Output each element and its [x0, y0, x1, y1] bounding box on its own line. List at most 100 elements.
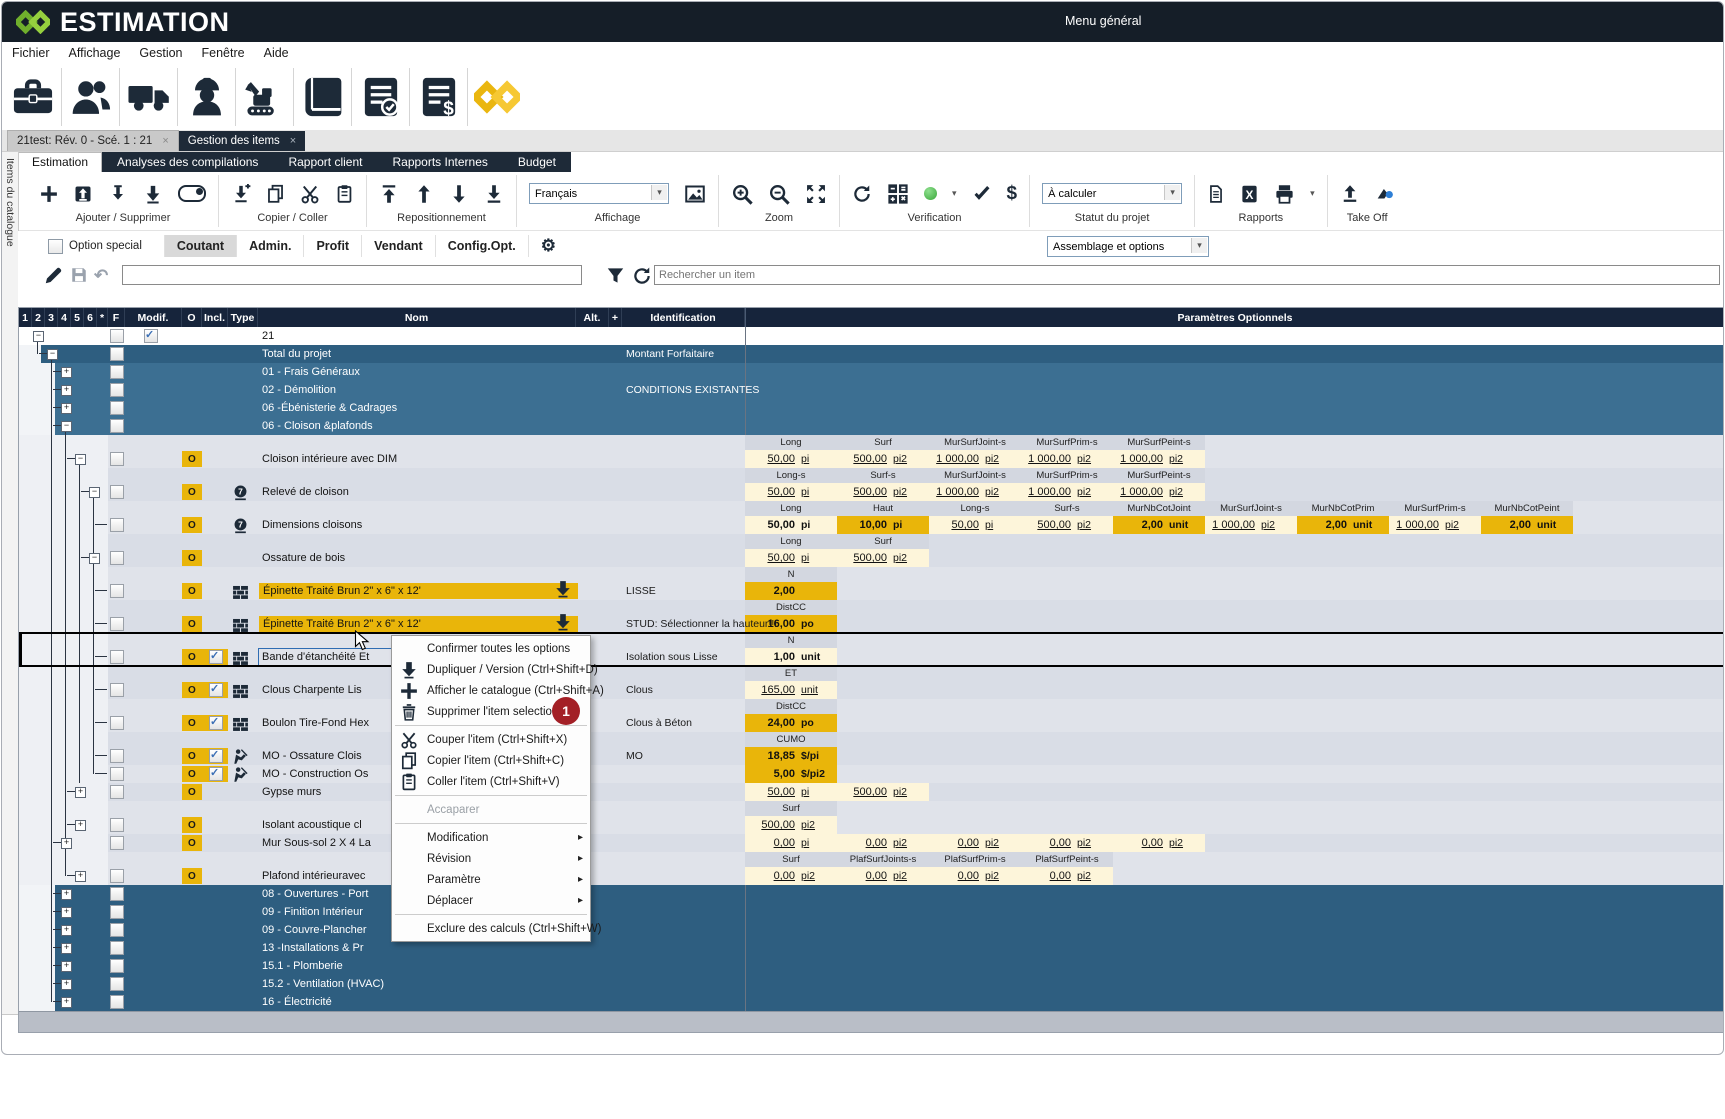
row-name[interactable]: Ossature de bois	[262, 552, 345, 564]
column-header-f[interactable]: F	[108, 308, 125, 327]
f-checkbox[interactable]	[110, 977, 124, 991]
expand-icon[interactable]: +	[75, 871, 86, 882]
tab-vendant[interactable]: Vendant	[361, 235, 435, 257]
check-icon[interactable]	[972, 184, 992, 204]
f-checkbox[interactable]	[110, 452, 124, 466]
param-value[interactable]: 1 000,00pi2	[1389, 516, 1481, 534]
fit-screen-icon[interactable]	[805, 183, 827, 205]
f-checkbox[interactable]	[110, 518, 124, 532]
tab-project[interactable]: 21test: Rév. 0 - Scé. 1 : 21×	[7, 130, 179, 151]
move-top-icon[interactable]	[379, 184, 399, 204]
column-header-6[interactable]: 6	[84, 308, 97, 327]
param-value[interactable]: 2,00unit	[1297, 516, 1389, 534]
copy-icon[interactable]	[266, 184, 285, 203]
param-value[interactable]: 0,00pi2	[1021, 867, 1113, 885]
add-assembly-icon[interactable]	[73, 184, 93, 204]
param-value[interactable]: 0,00pi2	[837, 834, 929, 852]
highlighted-name[interactable]: Épinette Traité Brun 2" x 6" x 12'	[259, 583, 578, 599]
f-checkbox[interactable]	[110, 716, 124, 730]
param-value[interactable]: 500,00pi2	[837, 483, 929, 501]
row-name[interactable]: Dimensions cloisons	[262, 519, 362, 531]
expand-icon[interactable]: +	[75, 820, 86, 831]
row-name[interactable]: Mur Sous-sol 2 X 4 La	[262, 837, 371, 849]
option-badge[interactable]: O	[182, 517, 202, 533]
row-name[interactable]: 01 - Frais Généraux	[262, 366, 360, 378]
row-name[interactable]: Épinette Traité Brun 2" x 6" x 12'	[259, 618, 554, 630]
tab-coutant[interactable]: Coutant	[164, 235, 236, 257]
item-row[interactable]: OClous Charpente LisClousET165,00unit	[19, 666, 1724, 699]
f-checkbox[interactable]	[110, 650, 124, 664]
assemblage-select[interactable]: Assemblage et options	[1047, 236, 1209, 257]
column-header-5[interactable]: 5	[71, 308, 84, 327]
highlighted-name[interactable]: Épinette Traité Brun 2" x 6" x 12'	[259, 616, 578, 632]
tab-estimation[interactable]: Estimation	[18, 152, 102, 172]
menu-item-dupliquer-version-ctrl-shift-d[interactable]: Dupliquer / Version (Ctrl+Shift+D)	[392, 659, 590, 680]
menu-item-modification[interactable]: Modification▸	[392, 827, 590, 848]
category-row[interactable]: +13 -Installations & Pr	[19, 939, 1724, 957]
row-name[interactable]: Plafond intérieuravec	[262, 870, 365, 882]
expand-icon[interactable]: +	[61, 979, 72, 990]
move-up-icon[interactable]	[414, 184, 434, 204]
incl-checkbox[interactable]	[209, 716, 223, 730]
f-checkbox[interactable]	[110, 749, 124, 763]
column-header-alt[interactable]: Alt.	[576, 308, 609, 327]
f-checkbox[interactable]	[110, 923, 124, 937]
param-value[interactable]: 0,00pi2	[929, 867, 1021, 885]
row-name[interactable]: MO - Construction Os	[262, 768, 368, 780]
row-name[interactable]: Total du projet	[262, 348, 331, 360]
param-value[interactable]: 1 000,00pi2	[1113, 483, 1205, 501]
f-checkbox[interactable]	[110, 818, 124, 832]
item-edit-input[interactable]	[122, 265, 582, 285]
option-badge[interactable]: O	[182, 550, 202, 566]
item-row[interactable]: OÉpinette Traité Brun 2" x 6" x 12'STUD:…	[19, 600, 1724, 633]
column-header-parametres-optionnels[interactable]: Paramètres Optionnels	[745, 308, 1724, 327]
menu-item-accaparer[interactable]: Accaparer	[392, 799, 590, 820]
row-name[interactable]: 15.1 - Plomberie	[262, 960, 343, 972]
calculator-icon[interactable]	[887, 183, 909, 205]
move-down-icon[interactable]	[449, 184, 469, 204]
column-header-type[interactable]: Type	[228, 308, 258, 327]
menu-item-confirmer-toutes-les-options[interactable]: Confirmer toutes les options	[392, 638, 590, 659]
brand-icon[interactable]	[468, 68, 525, 126]
catalogue-icon[interactable]	[294, 68, 351, 126]
f-checkbox[interactable]	[110, 617, 124, 631]
menu-item-coller-l-item-ctrl-shift-v[interactable]: Coller l'item (Ctrl+Shift+V)	[392, 771, 590, 792]
paste-icon[interactable]	[335, 184, 354, 203]
param-value[interactable]: 0,00pi2	[745, 867, 837, 885]
expand-icon[interactable]: +	[61, 943, 72, 954]
f-checkbox[interactable]	[110, 785, 124, 799]
row-name[interactable]: 21	[262, 330, 274, 342]
column-header-nom[interactable]: Nom	[258, 308, 576, 327]
row-name[interactable]: 16 - Électricité	[262, 996, 332, 1008]
save-icon[interactable]	[70, 266, 88, 284]
remove-item-icon[interactable]	[108, 184, 128, 204]
tab-rapports-internes[interactable]: Rapports Internes	[377, 152, 502, 172]
worker-icon[interactable]	[178, 68, 235, 126]
truck-icon[interactable]	[120, 68, 177, 126]
category-row[interactable]: +01 - Frais Généraux	[19, 363, 1724, 381]
cut-icon[interactable]	[300, 184, 320, 204]
param-value[interactable]: 50,00pi	[745, 549, 837, 567]
upload-icon[interactable]	[1340, 184, 1360, 204]
project-status-select[interactable]: À calculer	[1042, 183, 1182, 204]
item-row[interactable]: +OGypse murs50,00pi500,00pi2	[19, 783, 1724, 801]
column-header-1[interactable]: 1	[19, 308, 32, 327]
column-header-2[interactable]: 2	[32, 308, 45, 327]
incl-checkbox[interactable]	[209, 683, 223, 697]
menu-item-couper-l-item-ctrl-shift-x[interactable]: Couper l'item (Ctrl+Shift+X)	[392, 729, 590, 750]
param-value[interactable]: 50,00pi	[745, 483, 837, 501]
collapse-icon[interactable]: −	[75, 454, 86, 465]
move-bottom-icon[interactable]	[484, 184, 504, 204]
menu-item-supprimer-l-item-selectionn[interactable]: Supprimer l'item selectionné1	[392, 701, 590, 722]
menu-affichage[interactable]: Affichage	[69, 46, 121, 60]
param-value[interactable]: 50,00pi	[745, 516, 837, 534]
excavator-icon[interactable]	[236, 68, 293, 126]
modif-checkbox[interactable]	[144, 329, 158, 343]
document-dollar-icon[interactable]: $	[410, 68, 467, 126]
param-value[interactable]: 0,00pi2	[837, 867, 929, 885]
menu-gestion[interactable]: Gestion	[139, 46, 182, 60]
expand-icon[interactable]: +	[61, 925, 72, 936]
param-value[interactable]: 1 000,00pi2	[1021, 483, 1113, 501]
category-row[interactable]: +09 - Couvre-Plancher	[19, 921, 1724, 939]
excel-export-icon[interactable]: X	[1240, 184, 1259, 204]
